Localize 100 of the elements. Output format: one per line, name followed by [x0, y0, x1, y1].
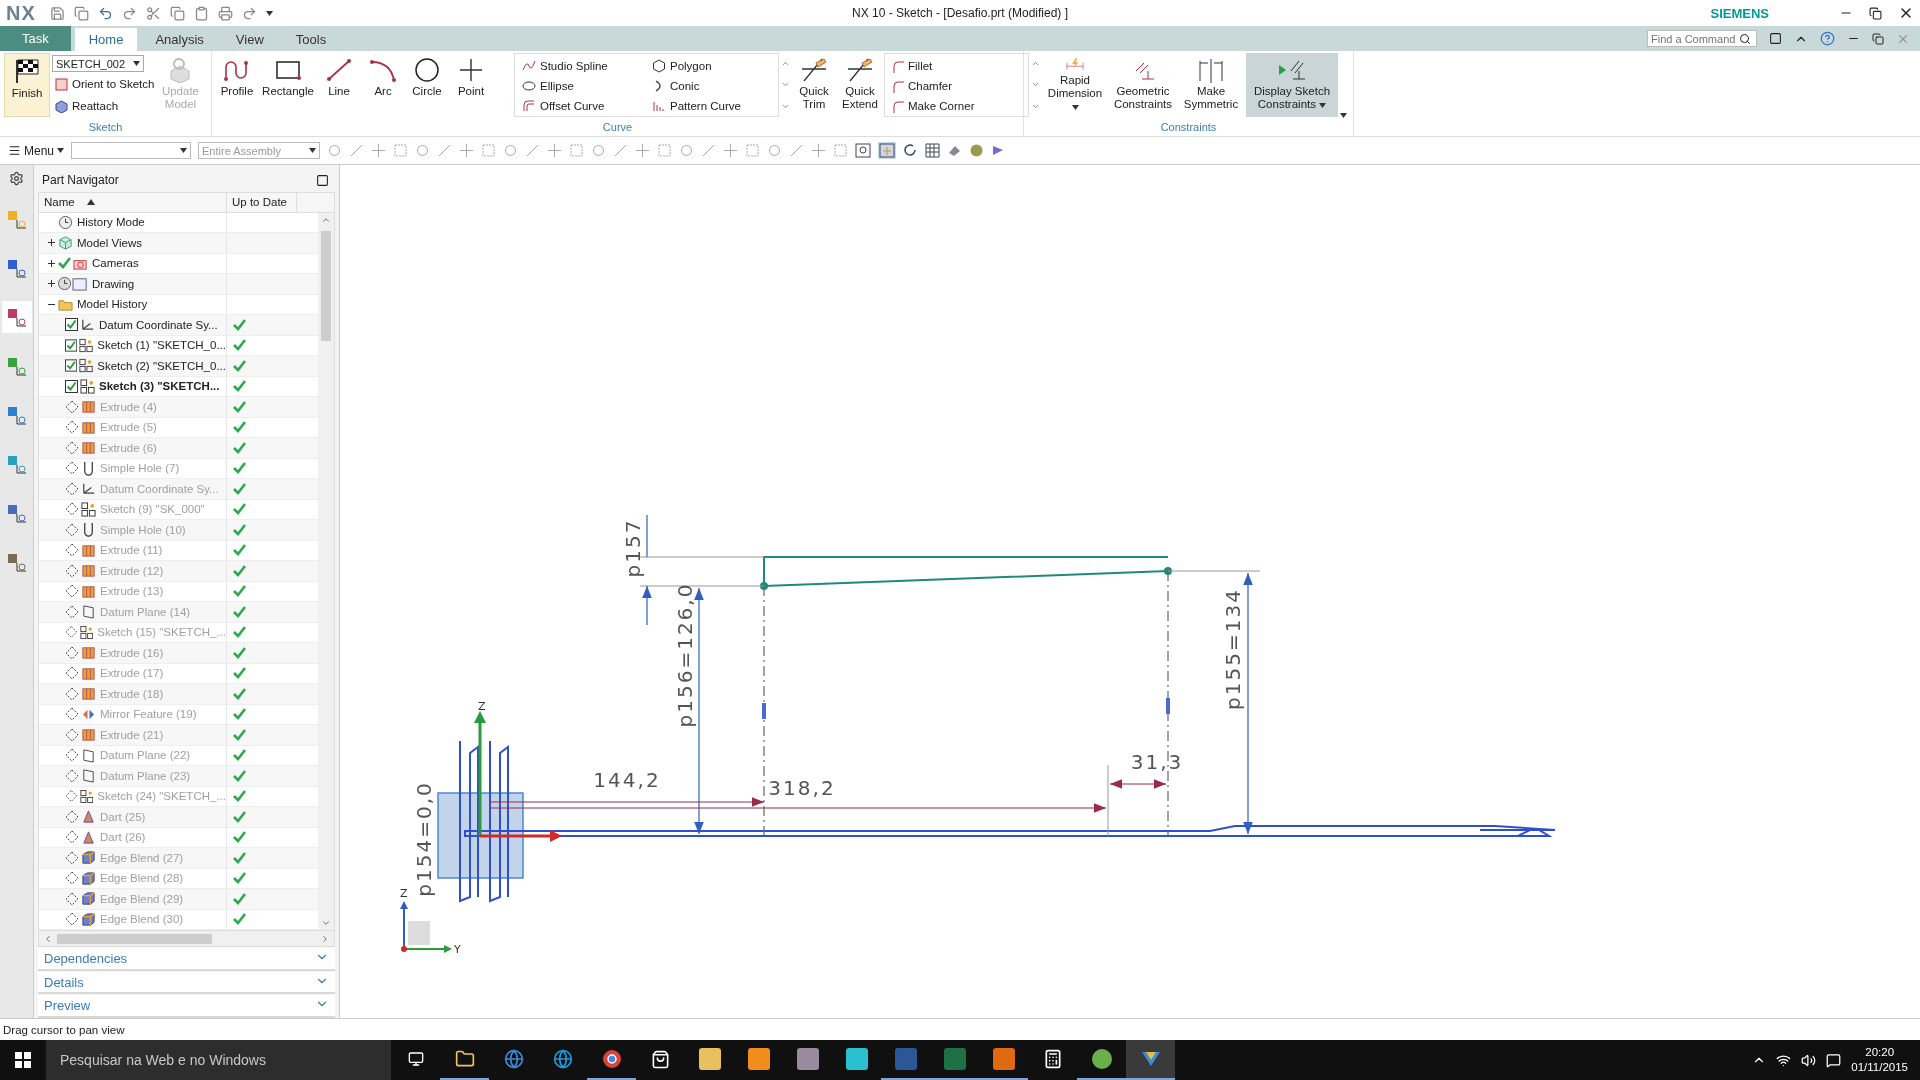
curve-tool-button[interactable]: Point [450, 53, 492, 117]
collapsible-panel[interactable]: Preview [38, 995, 335, 1018]
vertical-scrollbar[interactable] [318, 212, 334, 931]
resource-tab-icon[interactable] [5, 453, 28, 475]
curve-gallery-item[interactable]: Ellipse [519, 76, 649, 96]
finish-button[interactable]: Finish [4, 53, 50, 117]
selection-tool-icon[interactable] [371, 143, 387, 158]
shading-icon[interactable] [947, 143, 963, 158]
collapsible-panel[interactable]: Details [38, 971, 335, 995]
paste-icon[interactable] [193, 5, 209, 21]
grid-icon[interactable] [925, 143, 941, 158]
tree-node[interactable]: Cameras [39, 253, 227, 274]
scroll-left-icon[interactable] [43, 933, 53, 944]
menu-button[interactable]: Menu [8, 143, 65, 158]
corner-tool-item[interactable]: Fillet [889, 56, 1024, 76]
cut-icon[interactable] [145, 5, 161, 21]
selection-tool-icon[interactable] [767, 143, 783, 158]
selection-tool-icon[interactable] [789, 143, 805, 158]
curve-gallery-item[interactable]: Polygon [649, 56, 774, 76]
volume-icon[interactable] [1801, 1052, 1817, 1068]
checkbox[interactable] [65, 318, 78, 332]
constraint-tool-button[interactable]: Rapid Dimension [1042, 53, 1108, 117]
selection-tool-icon[interactable] [437, 143, 453, 158]
curve-tool-button[interactable]: Arc [362, 53, 404, 117]
maximize-icon[interactable] [316, 173, 329, 187]
constraint-tool-button[interactable]: Make Symmetric [1178, 53, 1244, 117]
selection-tool-icon[interactable] [525, 143, 541, 158]
selection-tool-icon[interactable] [547, 143, 563, 158]
selection-tool-icon[interactable] [723, 143, 739, 158]
curve-gallery-item[interactable]: Offset Curve [519, 96, 649, 116]
sketch-name-dropdown[interactable]: SKETCH_002 [52, 55, 144, 72]
type-filter-dropdown[interactable] [71, 142, 192, 159]
selection-tool-icon[interactable] [635, 143, 651, 158]
constraint-tool-button[interactable]: Geometric Constraints [1110, 53, 1176, 117]
resource-tab-icon[interactable] [5, 404, 28, 426]
redo-icon[interactable] [121, 5, 137, 21]
notifications-icon[interactable] [1826, 1052, 1842, 1068]
resource-tab-icon[interactable] [5, 306, 28, 328]
selection-tool-icon[interactable] [811, 143, 827, 158]
save-icon[interactable] [49, 5, 65, 21]
scrollbar-thumb[interactable] [57, 933, 212, 944]
curve-tool-button[interactable]: Circle [406, 53, 448, 117]
resource-tab-icon[interactable] [5, 551, 28, 573]
reattach-button[interactable]: Reattach [52, 96, 158, 116]
sphere-icon[interactable] [969, 143, 985, 158]
curve-gallery-item[interactable]: Conic [649, 76, 774, 96]
help-icon[interactable] [1820, 31, 1835, 46]
checkbox[interactable] [65, 359, 78, 373]
scroll-right-icon[interactable] [320, 933, 330, 944]
command-search-field[interactable]: Find a Command [1647, 30, 1757, 47]
resource-tab-icon[interactable] [5, 257, 28, 279]
column-header[interactable]: Up to Date [227, 192, 297, 212]
rotate-icon[interactable] [903, 143, 919, 158]
print-icon[interactable] [217, 5, 233, 21]
trim-tool-button[interactable]: Quick Extend [838, 53, 882, 117]
ribbon-tab[interactable]: Task [0, 26, 71, 51]
constraint-tool-button[interactable]: Display Sketch Constraints [1246, 53, 1338, 117]
checkbox[interactable] [65, 379, 78, 393]
tree-node[interactable]: History Mode [39, 212, 227, 233]
expand-icon[interactable] [47, 238, 56, 248]
window-icon[interactable] [1769, 32, 1782, 45]
curve-tool-button[interactable]: Line [318, 53, 360, 117]
tree-node[interactable]: Model History [39, 294, 227, 315]
pan-view-icon[interactable] [878, 142, 897, 159]
selection-tool-icon[interactable] [327, 143, 343, 158]
curve-tool-button[interactable]: Profile [216, 53, 258, 117]
settings-icon[interactable] [9, 171, 24, 186]
resource-tab-icon[interactable] [5, 355, 28, 377]
repeat-icon[interactable] [241, 5, 257, 21]
copy-icon[interactable] [169, 5, 185, 21]
taskbar-clock[interactable]: 20:20 01/11/2015 [1851, 1045, 1908, 1075]
expand-icon[interactable] [47, 279, 56, 289]
scrollbar-thumb[interactable] [321, 230, 331, 341]
trim-tool-button[interactable]: Quick Trim [792, 53, 836, 117]
selection-tool-icon[interactable] [503, 143, 519, 158]
selection-tool-icon[interactable] [349, 143, 365, 158]
expand-icon[interactable] [47, 258, 56, 268]
corner-tool-item[interactable]: Chamfer [889, 76, 1024, 96]
curve-gallery-item[interactable]: Studio Spline [519, 56, 649, 76]
network-icon[interactable] [1776, 1052, 1792, 1068]
selection-tool-icon[interactable] [591, 143, 607, 158]
fit-view-icon[interactable] [855, 143, 872, 158]
ribbon-tab[interactable]: Home [74, 28, 138, 51]
selection-tool-icon[interactable] [679, 143, 695, 158]
selection-tool-icon[interactable] [459, 143, 475, 158]
selection-tool-icon[interactable] [701, 143, 717, 158]
ribbon-tab[interactable]: View [221, 28, 278, 51]
corner-tool-item[interactable]: Make Corner [889, 96, 1024, 116]
save-all-icon[interactable] [73, 5, 89, 21]
ribbon-tab[interactable]: Analysis [141, 28, 218, 51]
orient-to-sketch-button[interactable]: Orient to Sketch [52, 74, 158, 94]
undo-icon[interactable] [97, 5, 113, 21]
resource-tab-icon[interactable] [5, 208, 28, 230]
taskbar-search-field[interactable]: Pesquisar na Web e no Windows [46, 1040, 391, 1080]
tree-node[interactable]: Sketch (1) "SKETCH_0... [39, 335, 227, 356]
checkbox[interactable] [65, 338, 78, 352]
selection-tool-icon[interactable] [415, 143, 431, 158]
curve-tool-button[interactable]: Rectangle [260, 53, 316, 117]
selection-tool-icon[interactable] [613, 143, 629, 158]
horizontal-scrollbar[interactable] [39, 930, 334, 947]
